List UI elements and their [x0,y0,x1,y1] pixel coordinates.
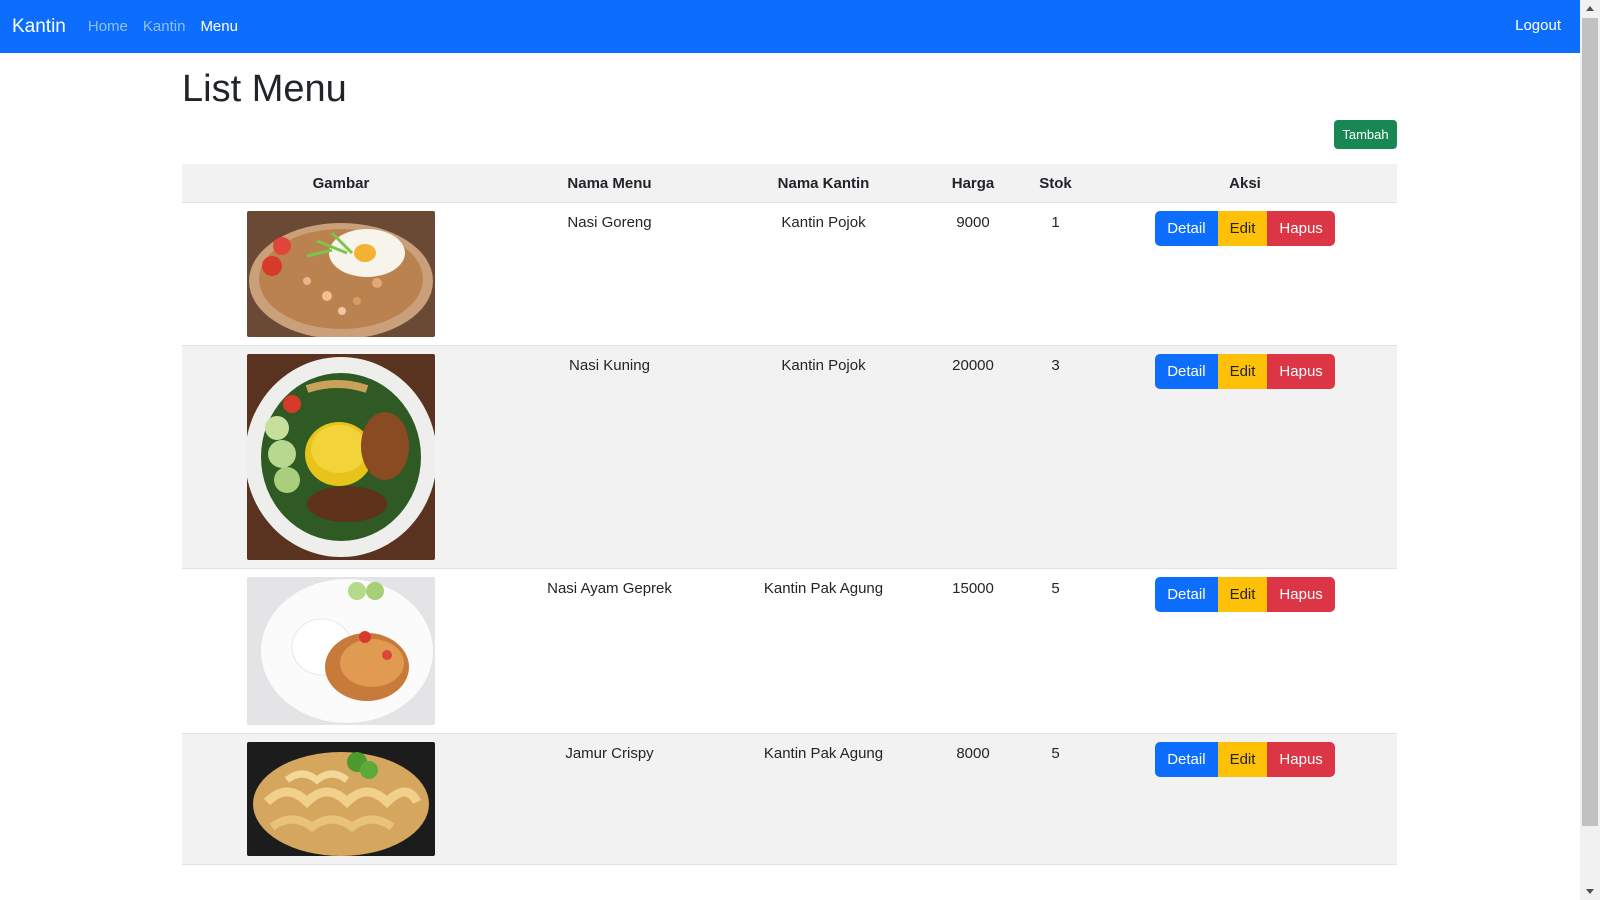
cell-nama-menu: Nasi Ayam Geprek [500,568,719,734]
cell-gambar [182,568,500,734]
detail-button[interactable]: Detail [1155,354,1218,389]
cell-stok: 5 [1018,568,1093,734]
table-row: Nasi Ayam Geprek Kantin Pak Agung 15000 … [182,568,1397,734]
action-button-group: Detail Edit Hapus [1155,742,1335,777]
edit-button[interactable]: Edit [1217,577,1268,612]
cell-stok: 1 [1018,202,1093,346]
column-header-harga: Harga [928,164,1018,203]
cell-aksi: Detail Edit Hapus [1093,568,1397,734]
column-header-stok: Stok [1018,164,1093,203]
cell-nama-menu: Nasi Goreng [500,202,719,346]
delete-button[interactable]: Hapus [1267,211,1335,246]
scroll-up-arrow-icon[interactable] [1586,6,1594,11]
navbar: Kantin Home Kantin Menu Logout [0,0,1580,53]
logout-link[interactable]: Logout [1515,17,1561,34]
delete-button[interactable]: Hapus [1267,742,1335,777]
action-button-group: Detail Edit Hapus [1155,577,1335,612]
cell-aksi: Detail Edit Hapus [1093,733,1397,865]
delete-button[interactable]: Hapus [1267,354,1335,389]
cell-aksi: Detail Edit Hapus [1093,345,1397,569]
cell-nama-kantin: Kantin Pojok [719,202,928,346]
table-header-row: Gambar Nama Menu Nama Kantin Harga Stok … [182,164,1397,203]
menu-table: Gambar Nama Menu Nama Kantin Harga Stok … [182,164,1397,865]
action-button-group: Detail Edit Hapus [1155,354,1335,389]
detail-button[interactable]: Detail [1155,577,1218,612]
nasi-goreng-photo [247,211,435,337]
vertical-scrollbar[interactable] [1580,0,1600,900]
cell-harga: 15000 [928,568,1018,734]
column-header-aksi: Aksi [1093,164,1397,203]
cell-stok: 5 [1018,733,1093,865]
cell-harga: 20000 [928,345,1018,569]
edit-button[interactable]: Edit [1217,211,1268,246]
cell-gambar [182,202,500,346]
cell-harga: 9000 [928,202,1018,346]
jamur-crispy-photo [247,742,435,856]
table-row: Nasi Kuning Kantin Pojok 20000 3 Detail … [182,345,1397,569]
scrollbar-thumb[interactable] [1582,18,1598,826]
cell-aksi: Detail Edit Hapus [1093,202,1397,346]
nav-link-kantin[interactable]: Kantin [143,18,186,35]
cell-gambar [182,733,500,865]
action-button-group: Detail Edit Hapus [1155,211,1335,246]
cell-nama-menu: Jamur Crispy [500,733,719,865]
delete-button[interactable]: Hapus [1267,577,1335,612]
page-title: List Menu [182,68,347,110]
detail-button[interactable]: Detail [1155,742,1218,777]
add-menu-button[interactable]: Tambah [1334,120,1397,149]
table-row: Jamur Crispy Kantin Pak Agung 8000 5 Det… [182,733,1397,865]
column-header-nama-kantin: Nama Kantin [719,164,928,203]
cell-harga: 8000 [928,733,1018,865]
nasi-kuning-photo [247,354,435,560]
cell-nama-kantin: Kantin Pak Agung [719,733,928,865]
nav-link-menu[interactable]: Menu [200,18,238,35]
detail-button[interactable]: Detail [1155,211,1218,246]
scroll-down-arrow-icon[interactable] [1586,889,1594,894]
cell-nama-kantin: Kantin Pak Agung [719,568,928,734]
column-header-nama-menu: Nama Menu [500,164,719,203]
edit-button[interactable]: Edit [1217,742,1268,777]
edit-button[interactable]: Edit [1217,354,1268,389]
table-row: Nasi Goreng Kantin Pojok 9000 1 Detail E… [182,202,1397,346]
cell-nama-menu: Nasi Kuning [500,345,719,569]
cell-stok: 3 [1018,345,1093,569]
column-header-gambar: Gambar [182,164,500,203]
cell-nama-kantin: Kantin Pojok [719,345,928,569]
cell-gambar [182,345,500,569]
nasi-ayam-geprek-photo [247,577,435,725]
nav-link-home[interactable]: Home [88,18,128,35]
navbar-brand[interactable]: Kantin [12,16,66,38]
